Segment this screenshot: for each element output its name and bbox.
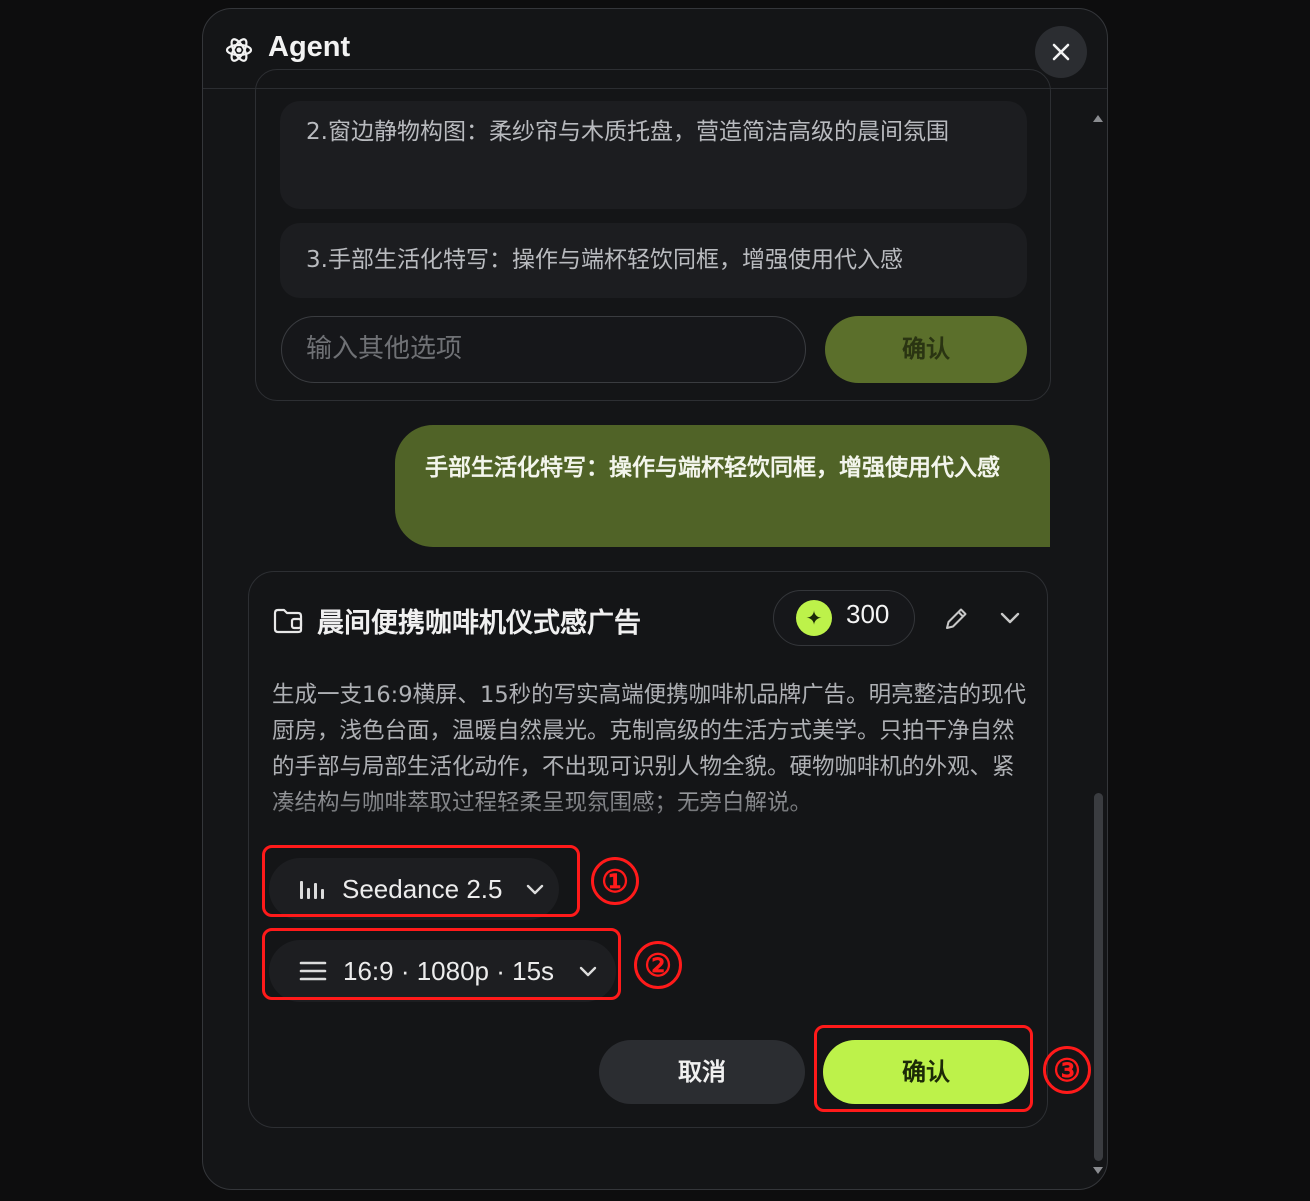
credits-value: 300 bbox=[846, 599, 890, 629]
credits-badge: ✦ 300 bbox=[773, 590, 915, 646]
annotation-box-2 bbox=[262, 928, 621, 1000]
atom-icon bbox=[225, 38, 253, 62]
annotation-box-3 bbox=[814, 1025, 1033, 1112]
agent-panel: Agent 2.窗边静物构图：柔纱帘与木质托盘，营造简洁高级的晨间氛围 3.手部… bbox=[202, 8, 1108, 1190]
task-title: 晨间便携咖啡机仪式感广告 bbox=[317, 608, 641, 639]
scroll-down-arrow[interactable] bbox=[1093, 1167, 1103, 1174]
annotation-number-3: ③ bbox=[1043, 1046, 1091, 1094]
scrollbar-thumb[interactable] bbox=[1094, 793, 1103, 1161]
other-option-input[interactable]: 输入其他选项 bbox=[281, 316, 806, 383]
edit-pencil-icon[interactable] bbox=[943, 606, 969, 632]
option-2[interactable]: 2.窗边静物构图：柔纱帘与木质托盘，营造简洁高级的晨间氛围 bbox=[280, 101, 1027, 209]
option-3[interactable]: 3.手部生活化特写：操作与端杯轻饮同框，增强使用代入感 bbox=[280, 223, 1027, 298]
annotation-box-1 bbox=[262, 845, 580, 917]
option-3-label: 3.手部生活化特写：操作与端杯轻饮同框，增强使用代入感 bbox=[306, 247, 903, 273]
folder-icon bbox=[273, 608, 303, 634]
annotation-number-1: ① bbox=[591, 857, 639, 905]
chevron-down-icon[interactable] bbox=[999, 610, 1021, 626]
description-fade bbox=[272, 780, 1032, 826]
scroll-up-arrow[interactable] bbox=[1093, 115, 1103, 122]
cancel-button[interactable]: 取消 bbox=[599, 1040, 805, 1104]
option-confirm-button[interactable]: 确认 bbox=[825, 316, 1027, 383]
close-icon bbox=[1052, 43, 1070, 61]
user-message-bubble: 手部生活化特写：操作与端杯轻饮同框，增强使用代入感 bbox=[395, 425, 1050, 547]
option-2-label: 2.窗边静物构图：柔纱帘与木质托盘，营造简洁高级的晨间氛围 bbox=[306, 119, 949, 145]
close-button[interactable] bbox=[1035, 26, 1087, 78]
sparkle-icon: ✦ bbox=[796, 600, 832, 636]
annotation-number-2: ② bbox=[634, 941, 682, 989]
user-message-text: 手部生活化特写：操作与端杯轻饮同框，增强使用代入感 bbox=[425, 455, 1000, 481]
panel-title: Agent bbox=[268, 31, 351, 63]
